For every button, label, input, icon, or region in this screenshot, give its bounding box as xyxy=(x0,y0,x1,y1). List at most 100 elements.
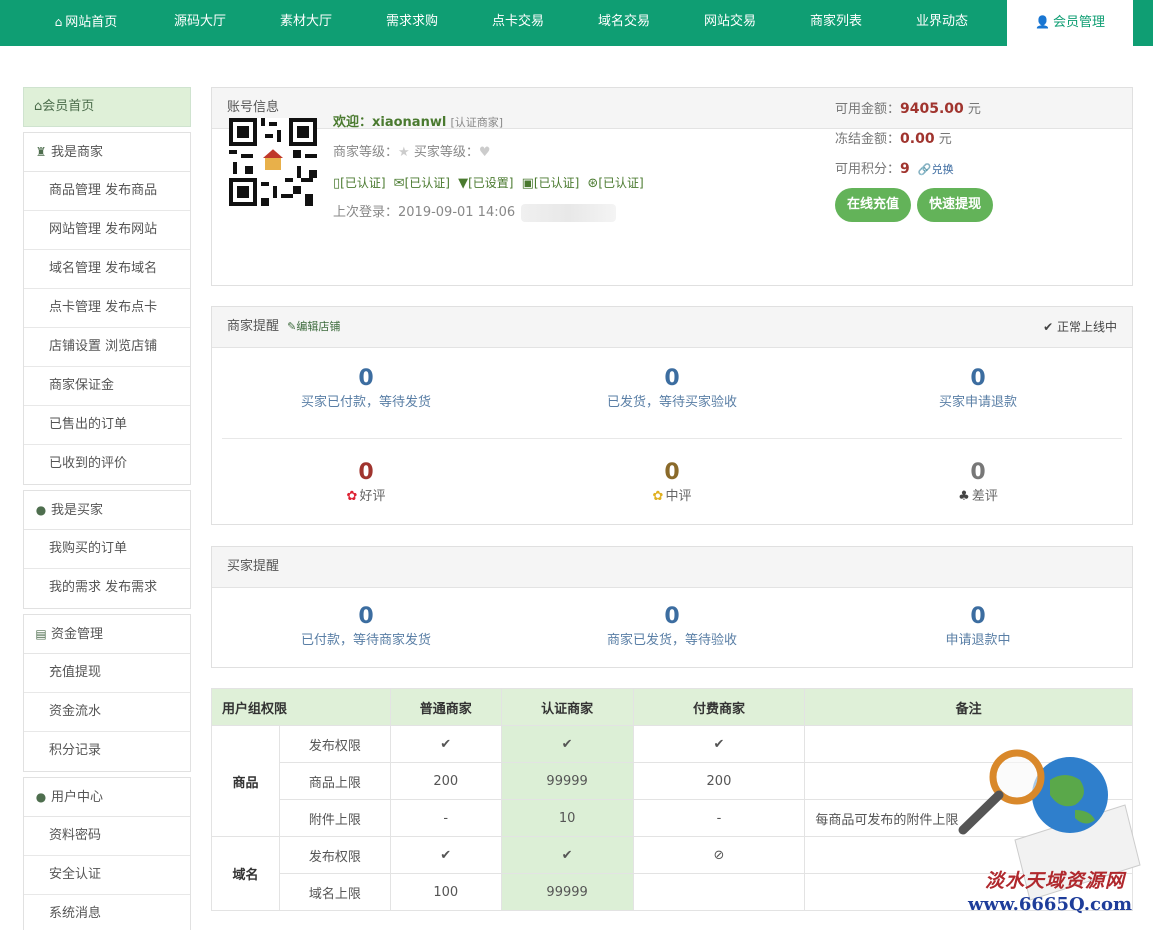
user-icon: 👤 xyxy=(1035,15,1050,29)
sidebar-item[interactable]: 我的需求 发布需求 xyxy=(24,569,190,608)
row-name: 发布权限 xyxy=(278,725,391,763)
row-name: 域名上限 xyxy=(278,873,391,911)
seal-icon: ⊛ xyxy=(587,176,599,191)
seller-level-label: 商家等级： xyxy=(333,145,399,160)
security-set: [已设置] xyxy=(468,176,514,190)
table-cell: 200 xyxy=(632,762,806,800)
sidebar-item[interactable]: 商家保证金 xyxy=(24,367,190,406)
check-icon: ✔ xyxy=(632,725,806,763)
buyer-level-label: 买家等级： xyxy=(413,145,479,160)
nav-news[interactable]: 业界动态 xyxy=(890,0,994,46)
blurred-ip xyxy=(521,203,617,222)
sidebar-item[interactable]: 点卡管理 发布点卡 xyxy=(24,289,190,328)
id-verified: [已认证] xyxy=(533,176,580,190)
stat-shipped[interactable]: 0 已发货，等待买家验收 xyxy=(522,366,822,414)
home-icon: ⌂ xyxy=(54,15,63,29)
stat-refund[interactable]: 0 买家申请退款 xyxy=(828,366,1128,414)
nav-website[interactable]: 网站交易 xyxy=(678,0,782,46)
sidebar-item[interactable]: 商品管理 发布商品 xyxy=(24,172,190,211)
link-icon: 🔗 xyxy=(917,163,932,176)
row-name: 商品上限 xyxy=(278,762,391,800)
table-header-row: 用户组权限 普通商家 认证商家 付费商家 备注 xyxy=(211,688,1133,726)
top-nav: ⌂ 网站首页 源码大厅 素材大厅 需求求购 点卡交易 域名交易 网站交易 商家列表… xyxy=(0,0,1153,46)
shield-icon: ▼ xyxy=(458,176,469,191)
phone-verified: [已认证] xyxy=(340,176,386,190)
sidebar-item[interactable]: 充值提现 xyxy=(24,654,190,693)
sidebar-group-title: ● 用户中心 xyxy=(24,778,190,817)
flower-icon: ✿ xyxy=(652,489,664,504)
withdraw-button[interactable]: 快速提现 xyxy=(917,188,994,222)
column-header: 认证商家 xyxy=(500,688,634,726)
sidebar-group-buyer: ● 我是买家 我购买的订单 我的需求 发布需求 xyxy=(23,490,191,609)
sidebar-item[interactable]: 安全认证 xyxy=(24,856,190,895)
sidebar-item-member-home[interactable]: ⌂会员首页 xyxy=(23,87,191,127)
nav-demand[interactable]: 需求求购 xyxy=(360,0,464,46)
check-icon: ✔ xyxy=(389,725,502,763)
sidebar-item[interactable]: 域名管理 发布域名 xyxy=(24,250,190,289)
divider xyxy=(222,438,1122,439)
nav-material[interactable]: 素材大厅 xyxy=(254,0,358,46)
check-icon: ✔ xyxy=(1043,320,1054,334)
category-cell: 域名 xyxy=(211,836,280,911)
stat-buyer-paid[interactable]: 0 已付款，等待商家发货 xyxy=(216,604,516,652)
star-icon: ★ xyxy=(398,145,410,160)
table-cell: 200 xyxy=(389,762,502,800)
sidebar-item[interactable]: 系统消息 xyxy=(24,895,190,930)
exchange-link[interactable]: 🔗兑换 xyxy=(918,163,954,176)
nav-home[interactable]: ⌂ 网站首页 xyxy=(37,0,135,46)
qr-code-icon xyxy=(229,118,317,206)
table-cell: 99999 xyxy=(500,873,634,911)
panel-title: 买家提醒 xyxy=(212,547,1132,588)
cart-icon: ▤ xyxy=(35,627,47,641)
email-icon: ✉ xyxy=(393,176,405,191)
nav-member[interactable]: 👤 会员管理 xyxy=(1007,0,1133,46)
edit-shop-link[interactable]: ✎编辑店铺 xyxy=(287,320,340,333)
sidebar-group-title: ♜ 我是商家 xyxy=(24,133,190,172)
account-panel: 账号信息 欢迎：xiaonanwl [认证商家] 商家等级：★ 买家等级：♥ ▯… xyxy=(211,87,1133,286)
sidebar: ⌂会员首页 ♜ 我是商家 商品管理 发布商品 网站管理 发布网站 域名管理 发布域… xyxy=(23,87,191,930)
user-icon: ● xyxy=(35,503,47,517)
flower-icon: ✿ xyxy=(346,489,358,504)
nav-card[interactable]: 点卡交易 xyxy=(466,0,570,46)
sidebar-group-title: ▤ 资金管理 xyxy=(24,615,190,654)
last-login: 上次登录：2019-09-01 14:06 xyxy=(333,205,516,220)
status-text: ✔ 正常上线中 xyxy=(1043,320,1117,334)
stat-buyer-refund[interactable]: 0 申请退款中 xyxy=(828,604,1128,652)
table-cell: 99999 xyxy=(500,762,634,800)
nav-domain[interactable]: 域名交易 xyxy=(572,0,676,46)
check-icon: ✔ xyxy=(389,836,502,874)
sidebar-group-title: ● 我是买家 xyxy=(24,491,190,530)
sidebar-item[interactable]: 已售出的订单 xyxy=(24,406,190,445)
sidebar-item[interactable]: 资料密码 xyxy=(24,817,190,856)
column-header: 普通商家 xyxy=(389,688,502,726)
points-value: 9 xyxy=(900,161,910,177)
nav-merchants[interactable]: 商家列表 xyxy=(784,0,888,46)
sidebar-item[interactable]: 资金流水 xyxy=(24,693,190,732)
sidebar-item[interactable]: 网站管理 发布网站 xyxy=(24,211,190,250)
column-header: 付费商家 xyxy=(632,688,806,726)
sidebar-group-user: ● 用户中心 资料密码 安全认证 系统消息 xyxy=(23,777,191,930)
sidebar-item[interactable]: 店铺设置 浏览店铺 xyxy=(24,328,190,367)
table-cell xyxy=(632,873,806,911)
recharge-button[interactable]: 在线充值 xyxy=(835,188,912,222)
column-header: 备注 xyxy=(804,688,1133,726)
balance-info: 可用金额：9405.00 元 冻结金额：0.00 元 可用积分：9 🔗兑换 在线… xyxy=(835,94,1115,222)
stat-good-review[interactable]: 0 ✿ 好评 xyxy=(216,460,516,508)
sidebar-item[interactable]: 我购买的订单 xyxy=(24,530,190,569)
verified-tag: [认证商家] xyxy=(450,116,504,129)
sidebar-group-funds: ▤ 资金管理 充值提现 资金流水 积分记录 xyxy=(23,614,191,772)
panel-header: 商家提醒 ✎编辑店铺 ✔ 正常上线中 xyxy=(212,307,1132,348)
stat-paid[interactable]: 0 买家已付款，等待发货 xyxy=(216,366,516,414)
table-cell: - xyxy=(389,799,502,837)
nav-source[interactable]: 源码大厅 xyxy=(148,0,252,46)
row-name: 附件上限 xyxy=(278,799,391,837)
available-balance: 9405.00 xyxy=(900,101,964,117)
id-card-icon: ▣ xyxy=(521,176,534,191)
sidebar-item[interactable]: 已收到的评价 xyxy=(24,445,190,484)
stat-buyer-shipped[interactable]: 0 商家已发货，等待验收 xyxy=(522,604,822,652)
stat-neutral-review[interactable]: 0 ✿ 中评 xyxy=(522,460,822,508)
stat-bad-review[interactable]: 0 ♣ 差评 xyxy=(828,460,1128,508)
user-icon: ● xyxy=(35,790,47,804)
sidebar-item[interactable]: 积分记录 xyxy=(24,732,190,771)
watermark-text: 淡水天域资源网 xyxy=(984,870,1125,892)
